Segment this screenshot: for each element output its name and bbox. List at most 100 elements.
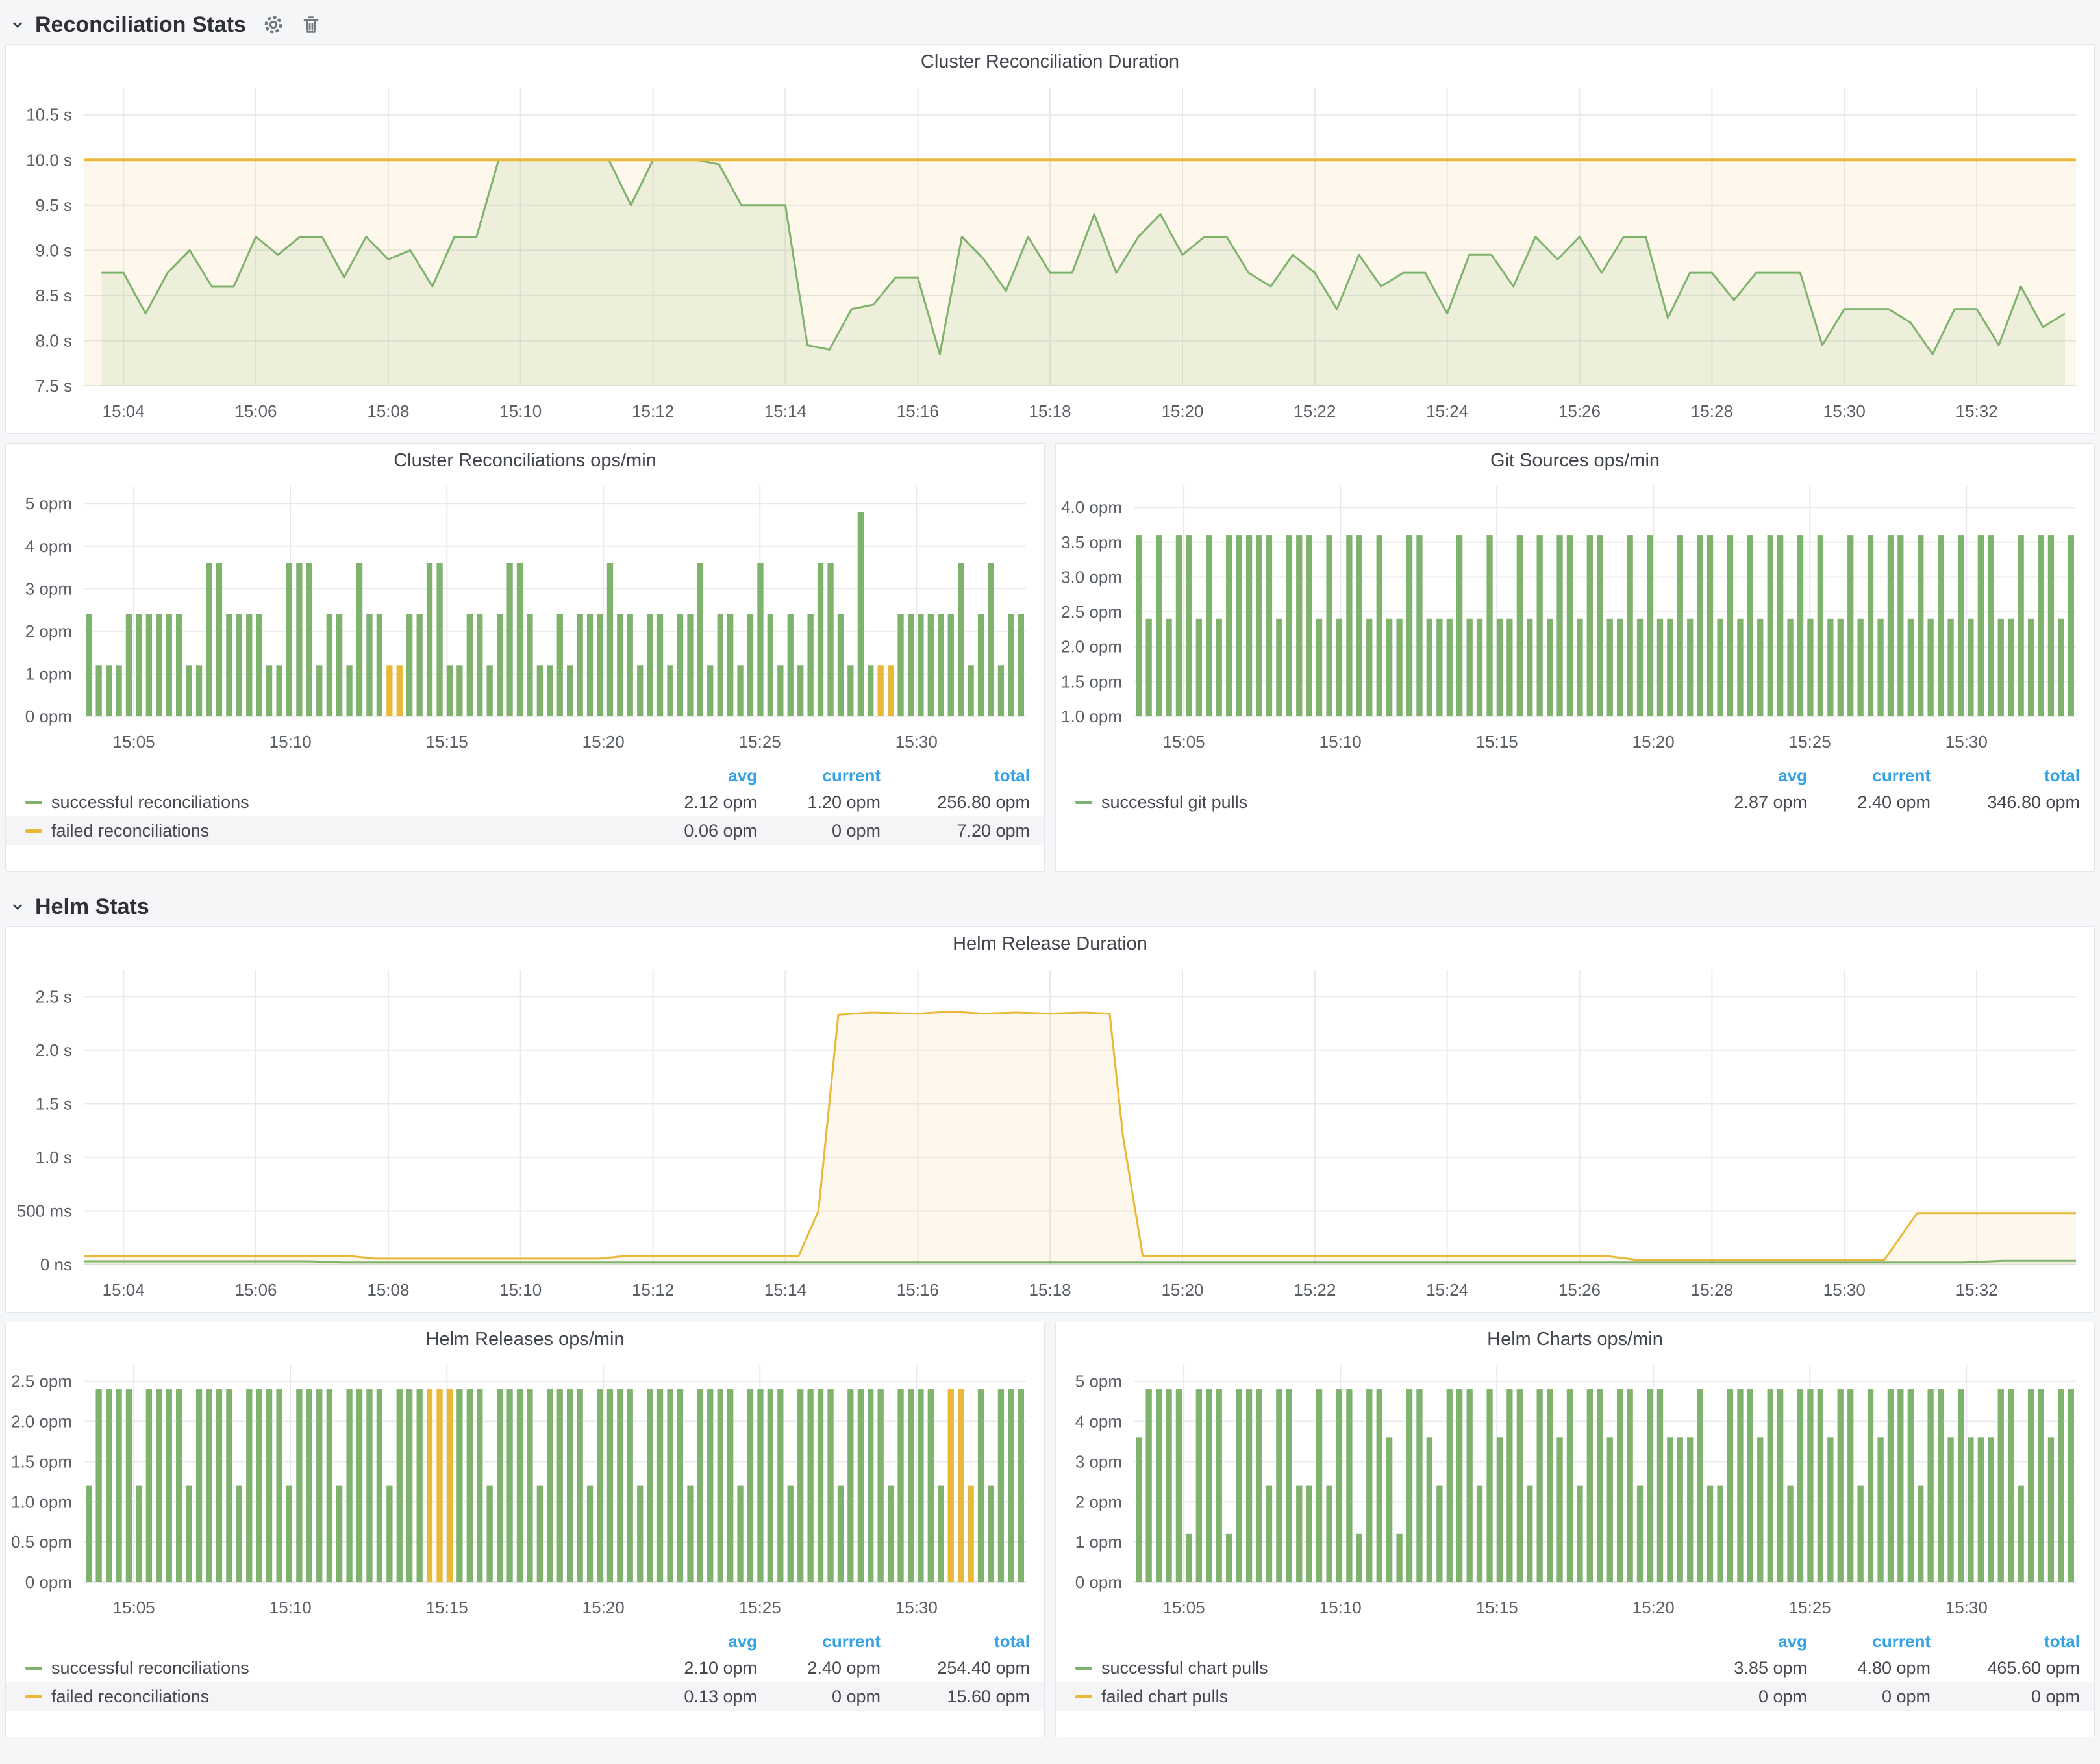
legend-current: 2.40 opm (757, 1658, 881, 1678)
legend-col-avg[interactable]: avg (1684, 1632, 1807, 1652)
panel-title-cluster-reconciliations-ops[interactable]: Cluster Reconciliations ops/min (6, 444, 1044, 477)
svg-text:15:30: 15:30 (895, 1598, 938, 1617)
svg-text:7.5 s: 7.5 s (36, 376, 72, 396)
legend-current: 0 opm (1807, 1687, 1931, 1707)
series-color-dash (25, 1695, 42, 1698)
svg-text:15:08: 15:08 (367, 1280, 409, 1300)
legend-label: failed chart pulls (1101, 1687, 1684, 1707)
svg-text:500 ms: 500 ms (17, 1202, 72, 1221)
svg-text:15:26: 15:26 (1558, 1280, 1601, 1300)
series-color-dash (25, 829, 42, 833)
svg-text:3 opm: 3 opm (25, 579, 72, 598)
svg-text:15:30: 15:30 (1945, 1598, 1988, 1617)
git-sources-ops-chart[interactable]: 4.0 opm3.5 opm3.0 opm2.5 opm2.0 opm1.5 o… (1056, 477, 2093, 763)
trash-icon[interactable] (297, 10, 325, 39)
svg-text:15:05: 15:05 (113, 1598, 155, 1617)
legend-helm-charts: avg current total successful chart pulls… (1056, 1629, 2094, 1715)
legend-label: successful reconciliations (51, 792, 634, 813)
svg-text:15:30: 15:30 (1945, 732, 1988, 751)
legend-col-total[interactable]: total (881, 766, 1030, 786)
svg-text:0 ns: 0 ns (40, 1255, 72, 1274)
legend-label: successful chart pulls (1101, 1658, 1684, 1678)
cluster-reconciliation-duration-chart[interactable]: 10.5 s10.0 s9.5 s9.0 s8.5 s8.0 s7.5 s15:… (6, 79, 2093, 433)
svg-text:15:06: 15:06 (234, 1280, 277, 1300)
svg-text:15:15: 15:15 (426, 732, 468, 751)
legend-col-avg[interactable]: avg (634, 766, 757, 786)
legend-cluster-reconciliations: avg current total successful reconciliat… (6, 763, 1044, 849)
svg-text:15:28: 15:28 (1691, 401, 1733, 421)
legend-col-total[interactable]: total (1931, 1632, 2080, 1652)
legend-col-current[interactable]: current (757, 1632, 881, 1652)
svg-text:2.5 opm: 2.5 opm (1061, 602, 1122, 622)
svg-text:15:30: 15:30 (1823, 401, 1866, 421)
svg-text:15:14: 15:14 (764, 401, 806, 421)
legend-col-current[interactable]: current (1807, 766, 1931, 786)
svg-text:15:16: 15:16 (897, 401, 939, 421)
legend-row-failed-reconciliations[interactable]: failed reconciliations 0.06 opm 0 opm 7.… (6, 816, 1044, 845)
legend-row-successful-git-pulls[interactable]: successful git pulls 2.87 opm 2.40 opm 3… (1056, 788, 2094, 816)
svg-text:15:04: 15:04 (103, 401, 145, 421)
legend-current: 0 opm (757, 821, 881, 841)
legend-row-successful-reconciliations[interactable]: successful reconciliations 2.12 opm 1.20… (6, 788, 1044, 816)
legend-col-current[interactable]: current (757, 766, 881, 786)
svg-text:1.0 opm: 1.0 opm (1061, 707, 1122, 726)
legend-col-avg[interactable]: avg (1684, 766, 1807, 786)
section-title-helm[interactable]: Helm Stats (35, 894, 149, 920)
legend-avg: 2.87 opm (1684, 792, 1807, 813)
legend-label: successful reconciliations (51, 1658, 634, 1678)
svg-text:15:08: 15:08 (367, 401, 409, 421)
svg-text:15:20: 15:20 (1632, 732, 1675, 751)
legend-avg: 3.85 opm (1684, 1658, 1807, 1678)
svg-text:3.0 opm: 3.0 opm (1061, 568, 1122, 587)
svg-text:2.0 opm: 2.0 opm (11, 1412, 72, 1431)
legend-col-current[interactable]: current (1807, 1632, 1931, 1652)
legend-row-failed-reconciliations[interactable]: failed reconciliations 0.13 opm 0 opm 15… (6, 1682, 1044, 1711)
svg-text:15:10: 15:10 (269, 1598, 312, 1617)
svg-text:15:12: 15:12 (632, 1280, 674, 1300)
svg-text:9.0 s: 9.0 s (36, 240, 72, 260)
svg-text:0 opm: 0 opm (25, 707, 72, 726)
helm-releases-ops-chart[interactable]: 2.5 opm2.0 opm1.5 opm1.0 opm0.5 opm0 opm… (6, 1356, 1043, 1629)
svg-text:15:14: 15:14 (764, 1280, 806, 1300)
panel-title-git-sources-ops[interactable]: Git Sources ops/min (1056, 444, 2094, 477)
svg-text:1 opm: 1 opm (25, 664, 72, 683)
svg-text:2.0 opm: 2.0 opm (1061, 637, 1122, 657)
panel-title-helm-charts-ops[interactable]: Helm Charts ops/min (1056, 1322, 2094, 1356)
svg-text:15:16: 15:16 (897, 1280, 939, 1300)
series-color-dash (1075, 1667, 1092, 1670)
legend-label: failed reconciliations (51, 821, 634, 841)
chevron-down-icon[interactable] (9, 898, 26, 915)
legend-col-avg[interactable]: avg (634, 1632, 757, 1652)
legend-total: 254.40 opm (881, 1658, 1030, 1678)
svg-text:15:24: 15:24 (1426, 1280, 1468, 1300)
series-color-dash (25, 801, 42, 804)
helm-release-duration-chart[interactable]: 2.5 s2.0 s1.5 s1.0 s500 ms0 ns15:0415:06… (6, 961, 2093, 1311)
legend-row-successful-reconciliations[interactable]: successful reconciliations 2.10 opm 2.40… (6, 1654, 1044, 1682)
svg-text:15:10: 15:10 (1319, 1598, 1362, 1617)
svg-text:1.0 s: 1.0 s (36, 1148, 72, 1167)
legend-col-total[interactable]: total (881, 1632, 1030, 1652)
svg-text:1 opm: 1 opm (1075, 1532, 1122, 1552)
panel-title-helm-releases-ops[interactable]: Helm Releases ops/min (6, 1322, 1044, 1356)
legend-total: 256.80 opm (881, 792, 1030, 813)
helm-charts-ops-chart[interactable]: 5 opm4 opm3 opm2 opm1 opm0 opm15:0515:10… (1056, 1356, 2093, 1629)
legend-avg: 0.06 opm (634, 821, 757, 841)
panel-title-cluster-reconciliation-duration[interactable]: Cluster Reconciliation Duration (6, 45, 2094, 79)
svg-text:2.0 s: 2.0 s (36, 1040, 72, 1060)
svg-text:2.5 opm: 2.5 opm (11, 1372, 72, 1391)
legend-row-successful-chart-pulls[interactable]: successful chart pulls 3.85 opm 4.80 opm… (1056, 1654, 2094, 1682)
cluster-reconciliations-ops-chart[interactable]: 5 opm4 opm3 opm2 opm1 opm0 opm15:0515:10… (6, 477, 1043, 763)
section-title-reconciliation[interactable]: Reconciliation Stats (35, 12, 246, 38)
grafana-dashboard: Reconciliation Stats Cluster Reconciliat… (0, 0, 2100, 1764)
svg-text:15:25: 15:25 (1789, 732, 1831, 751)
legend-total: 465.60 opm (1931, 1658, 2080, 1678)
legend-col-total[interactable]: total (1931, 766, 2080, 786)
legend-row-failed-chart-pulls[interactable]: failed chart pulls 0 opm 0 opm 0 opm (1056, 1682, 2094, 1711)
panel-title-helm-release-duration[interactable]: Helm Release Duration (6, 927, 2094, 961)
svg-text:8.5 s: 8.5 s (36, 286, 72, 305)
svg-text:10.0 s: 10.0 s (26, 150, 72, 170)
svg-text:15:10: 15:10 (1319, 732, 1362, 751)
svg-text:15:20: 15:20 (1161, 401, 1203, 421)
chevron-down-icon[interactable] (9, 16, 26, 33)
gear-icon[interactable] (259, 10, 288, 39)
